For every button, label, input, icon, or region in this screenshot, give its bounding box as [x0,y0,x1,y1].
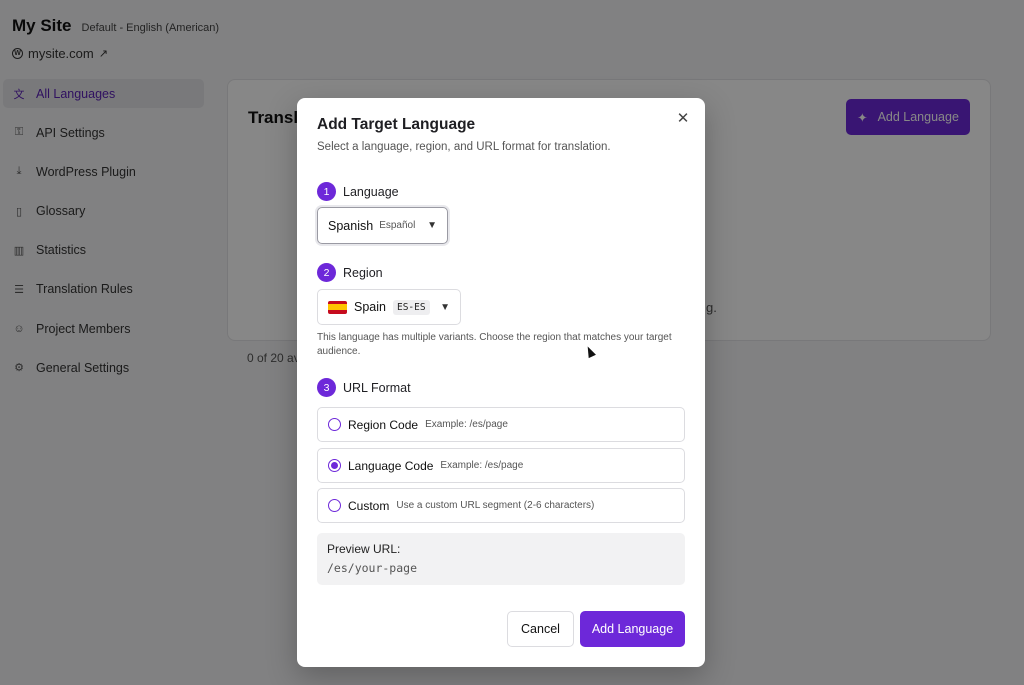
preview-label: Preview URL: [327,542,401,556]
option-example: Example: /es/page [425,419,508,430]
url-option-language-code[interactable]: Language Code Example: /es/page [317,448,685,483]
spain-flag-icon [328,300,347,314]
step-region: 2 Region [317,263,383,282]
language-select[interactable]: Spanish Español ▼ [317,207,448,244]
step-label: Language [343,184,399,199]
url-option-region-code[interactable]: Region Code Example: /es/page [317,407,685,442]
option-label: Language Code [348,458,434,473]
cancel-button[interactable]: Cancel [507,611,574,647]
url-option-custom[interactable]: Custom Use a custom URL segment (2-6 cha… [317,488,685,523]
step-label: Region [343,265,383,280]
language-name: Spanish [328,218,374,233]
region-help-text: This language has multiple variants. Cho… [317,332,672,357]
radio-language-code[interactable] [328,459,341,472]
preview-url: /es/your-page [327,561,418,575]
region-select[interactable]: Spain ES-ES ▼ [317,289,461,325]
chevron-down-icon: ▼ [427,220,437,231]
language-native-name: Español [379,220,416,231]
step-language: 1 Language [317,182,399,201]
close-icon[interactable]: ✕ [675,110,691,127]
option-label: Custom [348,498,390,513]
step-number: 1 [317,182,336,201]
region-code-badge: ES-ES [392,299,430,315]
chevron-down-icon: ▼ [440,301,450,313]
radio-custom[interactable] [328,499,341,512]
add-language-submit-button[interactable]: Add Language [580,611,685,647]
step-number: 3 [317,378,336,397]
dialog-title: Add Target Language [317,116,476,133]
preview-url-box: Preview URL: /es/your-page [317,533,685,585]
step-url-format: 3 URL Format [317,378,411,397]
dialog-subtitle: Select a language, region, and URL forma… [317,141,611,153]
option-example: Example: /es/page [440,460,524,471]
add-target-language-dialog: ✕ Add Target Language Select a language,… [297,98,705,667]
step-label: URL Format [343,380,411,395]
option-example: Use a custom URL segment (2-6 characters… [396,500,595,511]
radio-region-code[interactable] [328,418,341,431]
step-number: 2 [317,263,336,282]
region-name: Spain [354,300,386,314]
option-label: Region Code [348,417,419,432]
